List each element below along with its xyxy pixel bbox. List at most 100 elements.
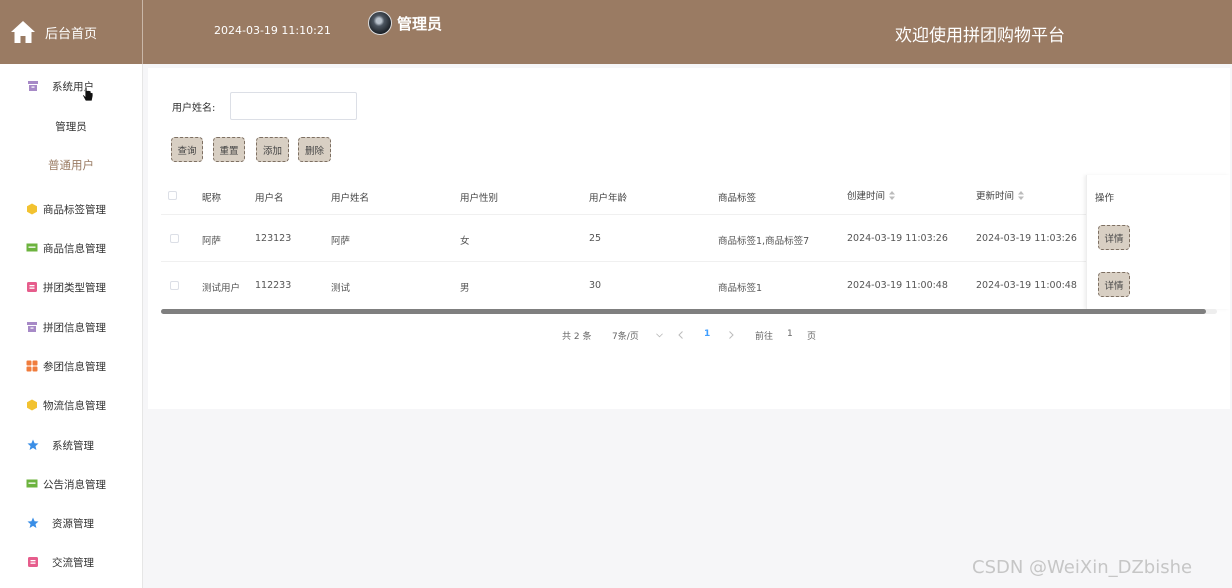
sidebar-item-label: 物流信息管理: [43, 399, 106, 412]
prev-page-icon[interactable]: [678, 331, 683, 339]
cell-realname: 测试: [331, 283, 351, 294]
message-icon: [26, 243, 38, 252]
cell-gender: 男: [460, 283, 470, 294]
hexagon-icon: [27, 203, 37, 215]
column-header-created[interactable]: 创建时间: [847, 188, 896, 202]
cell-gender: 女: [460, 236, 470, 247]
column-header-username: 用户名: [255, 193, 284, 204]
column-header-ops: 操作: [1095, 193, 1115, 204]
grid-icon: [26, 360, 38, 372]
column-header-created-label: 创建时间: [847, 191, 886, 202]
detail-button[interactable]: 详情: [1098, 272, 1130, 297]
sidebar-item-label: 交流管理: [52, 556, 94, 569]
sidebar-item-label: 拼团信息管理: [43, 321, 106, 334]
sidebar-item-label: 公告消息管理: [43, 478, 106, 491]
star-icon: [27, 517, 39, 528]
main-panel: 用户姓名: 查询 重置 添加 删除 昵称 用户名 用户姓名 用户性别 用户年龄 …: [148, 68, 1230, 409]
cell-created: 2024-03-19 11:03:26: [847, 233, 948, 244]
cell-nickname: 阿萨: [202, 236, 222, 247]
chevron-down-icon: [655, 333, 663, 338]
cell-updated: 2024-03-19 11:03:26: [976, 233, 1077, 244]
row-checkbox[interactable]: [170, 281, 179, 290]
bag-icon: [28, 557, 38, 567]
sort-icon: [889, 191, 896, 200]
sidebar-item-resource[interactable]: 资源管理: [0, 508, 142, 538]
username-search-input[interactable]: [230, 92, 357, 120]
column-header-tags: 商品标签: [718, 193, 757, 204]
home-icon: [11, 21, 35, 43]
sidebar-item-notice[interactable]: 公告消息管理: [0, 469, 142, 499]
delete-button[interactable]: 删除: [298, 137, 331, 162]
sidebar-item-tags[interactable]: 商品标签管理: [0, 194, 142, 224]
sidebar-item-label: 商品信息管理: [43, 242, 106, 255]
cell-tags: 商品标签1,商品标签7: [718, 236, 810, 247]
row-divider: [161, 261, 1088, 262]
cell-created: 2024-03-19 11:00:48: [847, 280, 948, 291]
column-header-age: 用户年龄: [589, 193, 628, 204]
operations-column: 操作 详情 详情: [1086, 175, 1230, 309]
next-page-icon[interactable]: [729, 331, 734, 339]
sidebar-item-logistics[interactable]: 物流信息管理: [0, 390, 142, 420]
add-button[interactable]: 添加: [256, 137, 289, 162]
cell-age: 30: [589, 280, 602, 291]
column-header-updated-label: 更新时间: [976, 191, 1015, 202]
page-size-value: 7条/页: [612, 332, 639, 342]
cell-username: 112233: [255, 280, 292, 291]
column-header-nickname: 昵称: [202, 193, 222, 204]
page-suffix: 页: [807, 332, 817, 342]
header-divider: [161, 214, 1088, 215]
home-link[interactable]: 后台首页: [0, 0, 143, 64]
scrollbar-thumb[interactable]: [161, 309, 1206, 314]
sidebar-item-exchange[interactable]: 交流管理: [0, 547, 142, 577]
search-label: 用户姓名:: [172, 103, 216, 114]
cell-updated: 2024-03-19 11:00:48: [976, 280, 1077, 291]
submenu-item-admin[interactable]: 管理员: [0, 111, 142, 141]
cell-username: 123123: [255, 233, 292, 244]
sidebar-item-group-type[interactable]: 拼团类型管理: [0, 272, 142, 302]
hexagon-icon: [27, 399, 37, 411]
sidebar-item-label: 商品标签管理: [43, 203, 106, 216]
column-header-gender: 用户性别: [460, 193, 499, 204]
user-role[interactable]: 管理员: [397, 13, 442, 34]
sidebar-item-goods[interactable]: 商品信息管理: [0, 233, 142, 263]
sidebar-item-label: 拼团类型管理: [43, 281, 106, 294]
goto-label: 前往: [755, 332, 774, 342]
home-label: 后台首页: [45, 26, 98, 42]
message-icon: [26, 479, 38, 488]
sidebar-item-join[interactable]: 参团信息管理: [0, 351, 142, 381]
star-icon: [27, 439, 39, 450]
sidebar-item-label: 系统管理: [52, 439, 94, 452]
cell-nickname: 测试用户: [202, 283, 241, 294]
submenu-item-normal-user[interactable]: 普通用户: [0, 150, 142, 180]
sidebar-item-label: 参团信息管理: [43, 360, 106, 373]
top-header: 后台首页 2024-03-19 11:10:21 管理员 欢迎使用拼团购物平台: [0, 0, 1232, 64]
detail-button[interactable]: 详情: [1098, 225, 1130, 250]
bag-icon: [27, 282, 37, 292]
archive-icon: [28, 81, 38, 91]
sidebar-item-group-info[interactable]: 拼团信息管理: [0, 312, 142, 342]
pagination-total: 共 2 条: [562, 332, 592, 342]
cell-realname: 阿萨: [331, 236, 351, 247]
watermark: CSDN @WeiXin_DZbishe: [972, 557, 1193, 578]
sidebar-item-system[interactable]: 系统管理: [0, 430, 142, 460]
cell-tags: 商品标签1: [718, 283, 763, 294]
cell-age: 25: [589, 233, 602, 244]
row-checkbox[interactable]: [170, 234, 179, 243]
column-header-realname: 用户姓名: [331, 193, 370, 204]
welcome-title: 欢迎使用拼团购物平台: [895, 26, 1065, 46]
select-all-checkbox[interactable]: [168, 191, 177, 200]
sidebar-item-system-users[interactable]: 系统用户: [0, 71, 142, 101]
reset-button[interactable]: 重置: [213, 137, 245, 162]
cursor-icon: [82, 86, 94, 102]
page-size-select[interactable]: 7条/页: [612, 329, 663, 342]
goto-page-input[interactable]: 1: [787, 329, 793, 339]
current-datetime: 2024-03-19 11:10:21: [214, 24, 331, 37]
sidebar-item-label: 资源管理: [52, 517, 94, 530]
table-horizontal-scrollbar[interactable]: [161, 309, 1217, 314]
avatar[interactable]: [368, 11, 392, 35]
column-header-updated[interactable]: 更新时间: [976, 188, 1025, 202]
sidebar: 系统用户 管理员 普通用户 商品标签管理 商品信息管理 拼团类型管理 拼团信息管…: [0, 64, 143, 588]
page-number-current[interactable]: 1: [704, 329, 710, 339]
query-button[interactable]: 查询: [171, 137, 203, 162]
archive-icon: [27, 322, 37, 332]
